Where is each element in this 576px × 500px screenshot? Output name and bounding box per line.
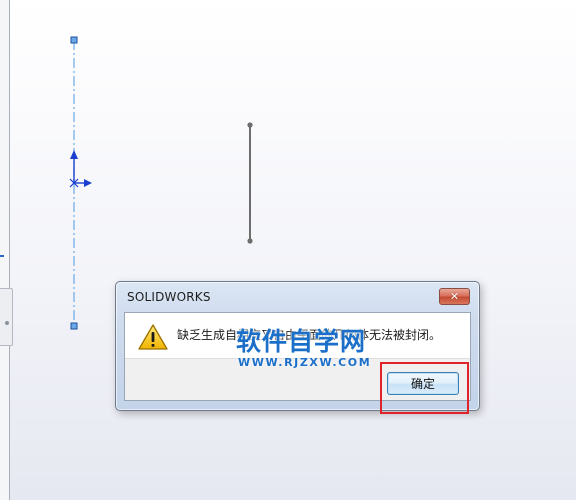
annotation-highlight-box	[380, 362, 469, 414]
origin-icon	[69, 150, 92, 188]
centerline-endpoint-top[interactable]	[70, 36, 78, 44]
sketch-line-endpoint-bottom[interactable]	[247, 238, 253, 244]
graphics-area[interactable]: SOLIDWORKS ✕ 缺乏生成自相交叉自由平面的几何体无法被封闭。 确定 软…	[0, 0, 576, 500]
dialog-close-button[interactable]: ✕	[439, 288, 470, 305]
sketch-line-endpoint-top[interactable]	[247, 122, 253, 128]
dialog-message: 缺乏生成自相交叉自由平面的几何体无法被封闭。	[177, 328, 442, 342]
close-icon: ✕	[449, 290, 460, 303]
dialog-title: SOLIDWORKS	[127, 290, 211, 304]
warning-icon	[138, 324, 168, 350]
centerline-endpoint-bottom[interactable]	[70, 322, 78, 330]
sketch-canvas[interactable]	[0, 0, 576, 500]
